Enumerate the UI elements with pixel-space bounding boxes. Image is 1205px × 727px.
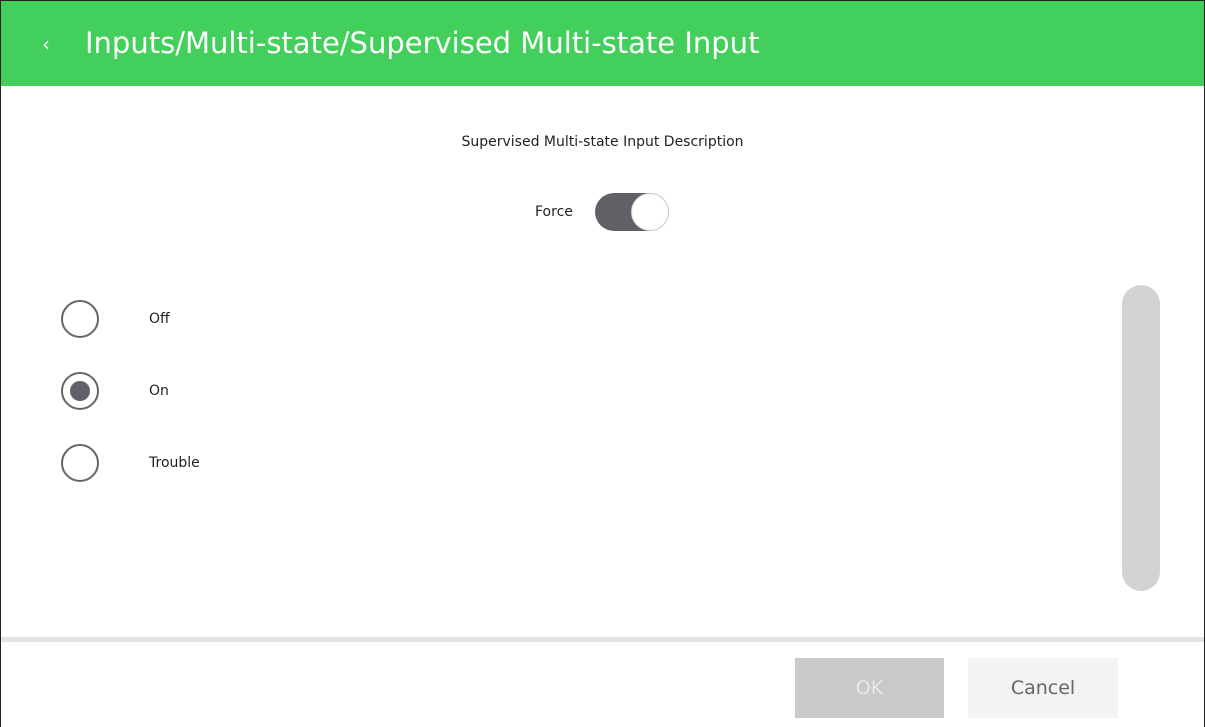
option-on[interactable]: On: [61, 371, 481, 411]
radio-trouble[interactable]: [61, 444, 99, 482]
cancel-button[interactable]: Cancel: [968, 658, 1118, 718]
option-trouble[interactable]: Trouble: [61, 443, 481, 483]
toggle-knob: [630, 193, 669, 231]
force-row: Force: [535, 193, 669, 231]
option-off[interactable]: Off: [61, 299, 481, 339]
option-label: Trouble: [149, 455, 200, 471]
ok-button[interactable]: OK: [795, 658, 944, 718]
chevron-left-icon: ‹: [42, 32, 50, 56]
scrollbar[interactable]: [1122, 285, 1160, 591]
option-label: On: [149, 383, 169, 399]
footer-divider: [1, 637, 1204, 642]
force-toggle[interactable]: [594, 193, 669, 231]
force-label: Force: [535, 204, 573, 220]
header-bar: ‹ Inputs/Multi-state/Supervised Multi-st…: [1, 1, 1204, 86]
back-button[interactable]: ‹: [31, 27, 61, 61]
radio-off[interactable]: [61, 300, 99, 338]
dialog-window: ‹ Inputs/Multi-state/Supervised Multi-st…: [0, 0, 1205, 727]
page-title: Inputs/Multi-state/Supervised Multi-stat…: [85, 26, 760, 60]
radio-on[interactable]: [61, 372, 99, 410]
option-label: Off: [149, 311, 170, 327]
description-text: Supervised Multi-state Input Description: [461, 134, 744, 150]
